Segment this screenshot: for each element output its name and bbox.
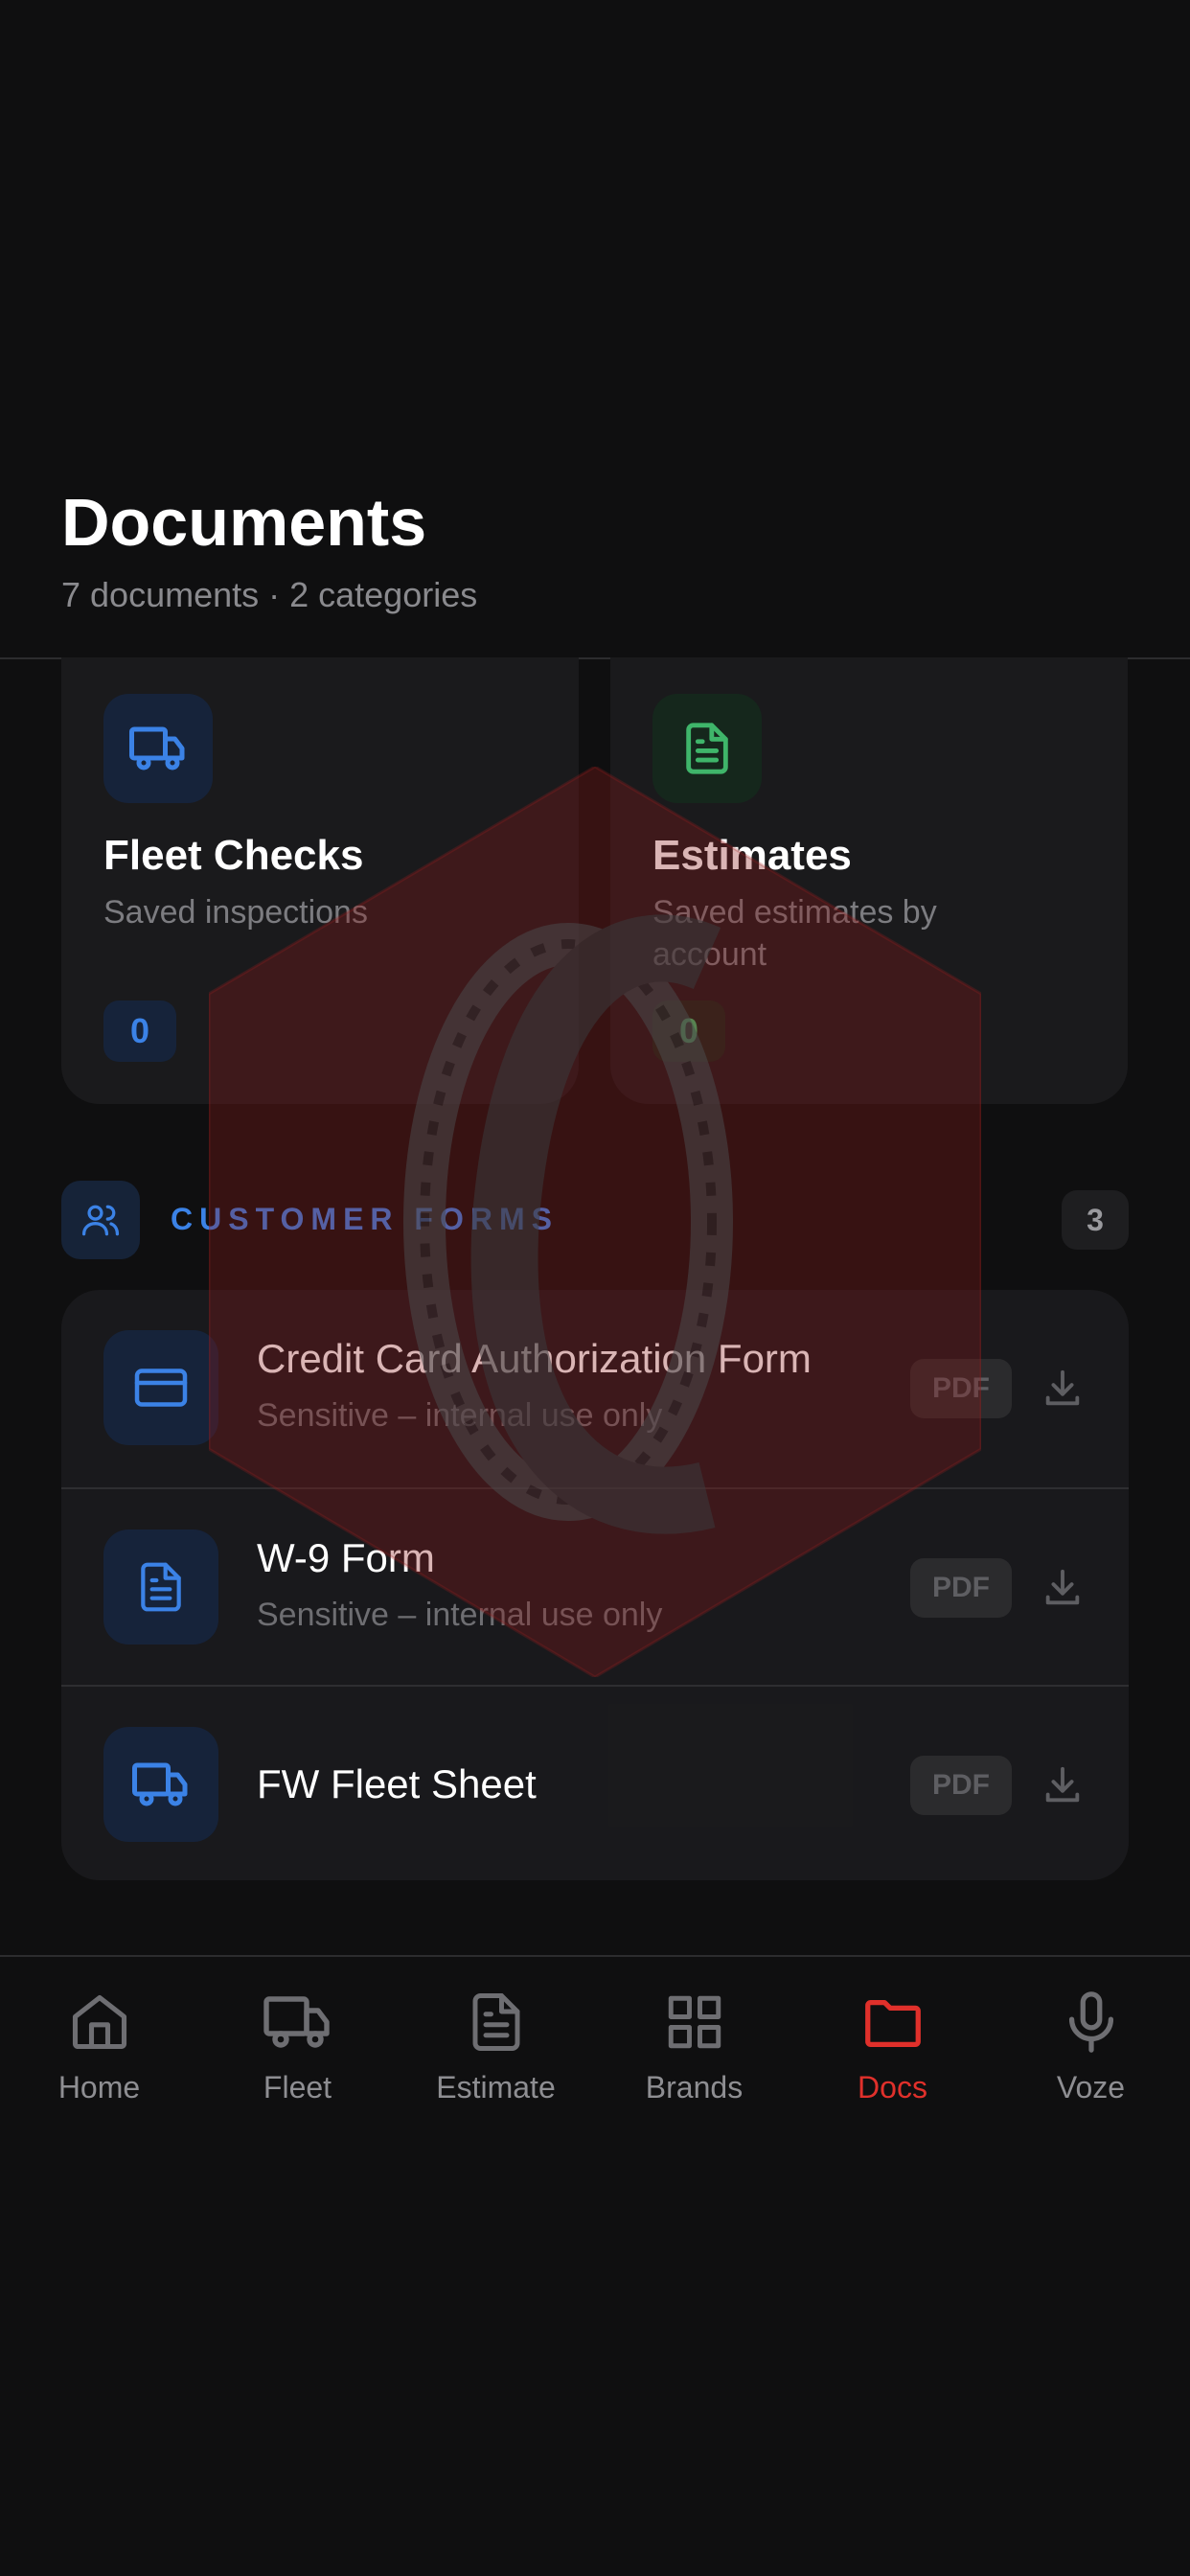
pdf-badge: PDF [910,1558,1012,1618]
form-row-credit-card[interactable]: Credit Card Authorization Form Sensitive… [61,1290,1129,1487]
users-icon [61,1181,140,1259]
bottom-tab-bar: Home Fleet Estimate Brands Docs Voze [0,1957,1190,2149]
folder-icon [793,1984,992,2060]
card-description: Saved inspections [103,894,368,931]
card-title: Fleet Checks [103,832,364,879]
form-subtitle: Sensitive – internal use only [257,1597,663,1633]
home-icon [0,1984,198,2060]
tab-docs[interactable]: Docs [793,1984,992,2105]
microphone-icon [992,1984,1190,2060]
pdf-badge: PDF [910,1756,1012,1815]
section-count-badge: 3 [1062,1190,1129,1250]
truck-icon [198,1984,397,2060]
estimates-card[interactable]: Estimates Saved estimates by account 0 [610,657,1128,1104]
truck-icon [103,1727,218,1842]
document-icon [652,694,762,803]
page-header: Documents 7 documents · 2 categories [61,479,477,615]
page-subtitle: 7 documents · 2 categories [61,575,478,614]
tab-home[interactable]: Home [0,1984,198,2105]
form-title: W-9 Form [257,1535,435,1580]
count-badge: 0 [103,1000,176,1062]
pdf-badge: PDF [910,1359,1012,1418]
tab-fleet[interactable]: Fleet [198,1984,397,2105]
tab-label: Docs [858,2070,927,2104]
grid-icon [595,1984,793,2060]
form-title: FW Fleet Sheet [257,1761,537,1806]
tab-voze[interactable]: Voze [992,1984,1190,2105]
tab-label: Voze [1056,2070,1126,2104]
tab-label: Fleet [263,2070,332,2104]
form-subtitle: Sensitive – internal use only [257,1397,663,1434]
download-icon[interactable] [1039,1761,1087,1809]
customer-forms-list: Credit Card Authorization Form Sensitive… [61,1290,1129,1880]
tab-estimate[interactable]: Estimate [397,1984,595,2105]
form-row-w9[interactable]: W-9 Form Sensitive – internal use only P… [61,1489,1129,1687]
page-title: Documents [61,485,427,560]
card-title: Estimates [652,832,852,879]
tab-label: Brands [645,2070,744,2104]
tab-label: Estimate [436,2070,556,2104]
form-title: Credit Card Authorization Form [257,1336,812,1381]
download-icon[interactable] [1039,1365,1087,1413]
document-icon [103,1530,218,1644]
document-icon [397,1984,595,2060]
customer-forms-section-header: CUSTOMER FORMS 3 [61,1181,1129,1259]
tab-brands[interactable]: Brands [595,1984,793,2105]
fleet-checks-card[interactable]: Fleet Checks Saved inspections 0 [61,657,579,1104]
tab-label: Home [57,2070,141,2104]
truck-icon [103,694,213,803]
card-description: Saved estimates by account [652,894,937,973]
section-label: CUSTOMER FORMS [171,1202,559,1236]
form-row-fleet-sheet[interactable]: FW Fleet Sheet PDF [61,1687,1129,1880]
count-badge: 0 [652,1000,725,1062]
credit-card-icon [103,1330,218,1445]
download-icon[interactable] [1039,1564,1087,1612]
